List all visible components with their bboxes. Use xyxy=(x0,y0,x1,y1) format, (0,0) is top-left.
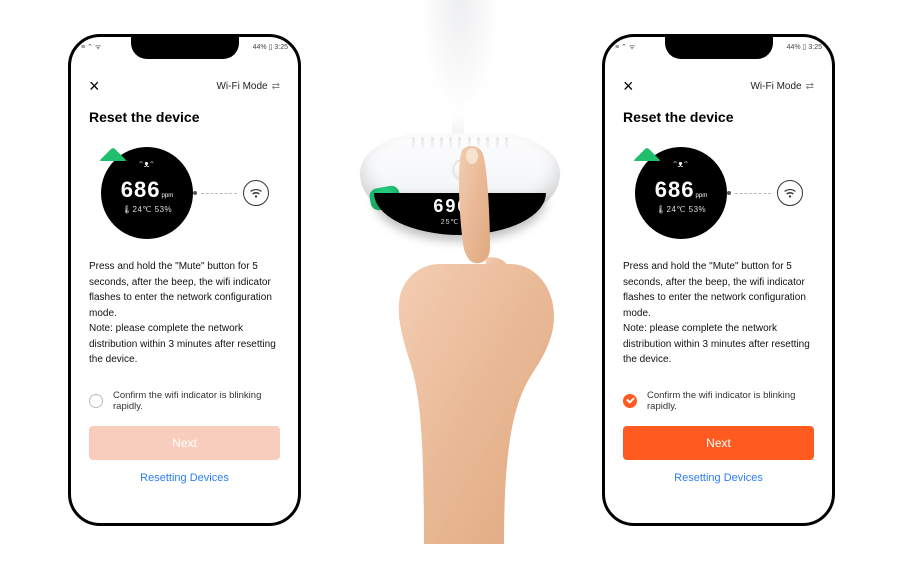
wifi-mode-toggle[interactable]: Wi-Fi Mode ⇄ xyxy=(750,81,814,92)
close-icon[interactable]: × xyxy=(623,77,634,95)
device-illustration: ᵔᴥᵔ 686ppm 🌡24℃ 53% xyxy=(623,139,814,247)
sensor-value: 686 xyxy=(655,177,695,202)
wifi-mode-label: Wi-Fi Mode xyxy=(216,81,267,92)
physical-device-illustration: 690ppm 25℃ 50% xyxy=(330,0,570,565)
confirm-label: Confirm the wifi indicator is blinking r… xyxy=(113,390,280,412)
wifi-mode-toggle[interactable]: Wi-Fi Mode ⇄ xyxy=(216,81,280,92)
sensor-temp-humidity: 🌡24℃ 53% xyxy=(101,205,193,214)
sensor-unit: ppm xyxy=(162,193,174,199)
mist-effect xyxy=(420,0,500,120)
wifi-mode-label: Wi-Fi Mode xyxy=(750,81,801,92)
conn-dot xyxy=(193,191,197,195)
swap-icon: ⇄ xyxy=(806,81,814,92)
status-left: ≡ ⌃ ᯤ xyxy=(81,43,101,61)
close-icon[interactable]: × xyxy=(89,77,100,95)
next-button[interactable]: Next xyxy=(623,426,814,460)
wifi-icon xyxy=(243,180,269,206)
next-button-disabled: Next xyxy=(89,426,280,460)
confirm-radio-unchecked[interactable] xyxy=(89,394,103,408)
instruction-text: Press and hold the "Mute" button for 5 s… xyxy=(623,259,814,368)
resetting-devices-link[interactable]: Resetting Devices xyxy=(89,472,280,484)
phone-mockup-unchecked: ≡ ⌃ ᯤ 44% ▯ 3:25 × Wi-Fi Mode ⇄ Reset th… xyxy=(68,34,301,526)
confirm-radio-checked[interactable] xyxy=(623,394,637,408)
sensor-face-icon: ᵔᴥᵔ xyxy=(665,159,697,169)
page-title: Reset the device xyxy=(89,109,280,125)
status-right: 44% ▯ 3:25 xyxy=(787,43,822,61)
sensor-value: 686 xyxy=(121,177,161,202)
status-right: 44% ▯ 3:25 xyxy=(253,43,288,61)
hand-illustration xyxy=(390,146,580,546)
resetting-devices-link[interactable]: Resetting Devices xyxy=(623,472,814,484)
swap-icon: ⇄ xyxy=(272,81,280,92)
wifi-icon xyxy=(777,180,803,206)
sensor-disc: ᵔᴥᵔ 686ppm 🌡24℃ 53% xyxy=(635,147,727,239)
phone-notch xyxy=(131,35,239,59)
confirm-label: Confirm the wifi indicator is blinking r… xyxy=(647,390,814,412)
conn-dot xyxy=(727,191,731,195)
conn-line xyxy=(735,193,771,194)
status-left: ≡ ⌃ ᯤ xyxy=(615,43,635,61)
sensor-temp-humidity: 🌡24℃ 53% xyxy=(635,205,727,214)
phone-mockup-checked: ≡ ⌃ ᯤ 44% ▯ 3:25 × Wi-Fi Mode ⇄ Reset th… xyxy=(602,34,835,526)
instruction-text: Press and hold the "Mute" button for 5 s… xyxy=(89,259,280,368)
confirm-row[interactable]: Confirm the wifi indicator is blinking r… xyxy=(89,390,280,412)
sensor-face-icon: ᵔᴥᵔ xyxy=(131,159,163,169)
conn-line xyxy=(201,193,237,194)
sensor-unit: ppm xyxy=(696,193,708,199)
device-illustration: ᵔᴥᵔ 686ppm 🌡24℃ 53% xyxy=(89,139,280,247)
page-title: Reset the device xyxy=(623,109,814,125)
sensor-disc: ᵔᴥᵔ 686ppm 🌡24℃ 53% xyxy=(101,147,193,239)
confirm-row[interactable]: Confirm the wifi indicator is blinking r… xyxy=(623,390,814,412)
phone-notch xyxy=(665,35,773,59)
